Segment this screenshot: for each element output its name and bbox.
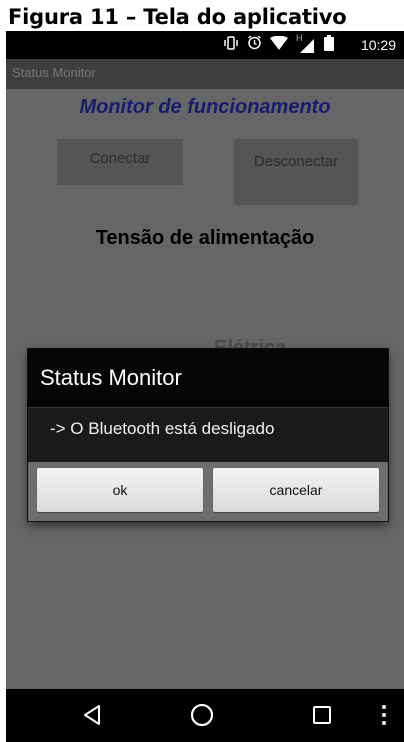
figure-caption: Figura 11 – Tela do aplicativo <box>8 5 347 29</box>
dialog-divider <box>28 407 388 408</box>
dialog-message: -> O Bluetooth está desligado <box>50 419 275 438</box>
wifi-icon <box>270 35 288 55</box>
ok-button[interactable]: ok <box>37 468 203 512</box>
app-bar: Status Monitor <box>6 59 404 89</box>
page-title: Monitor de funcionamento <box>79 96 331 118</box>
app-title: Status Monitor <box>12 65 96 80</box>
status-icons: H <box>223 33 334 56</box>
navigation-bar <box>6 689 404 742</box>
status-bar: H 10:29 <box>6 31 404 59</box>
battery-icon <box>324 34 334 56</box>
signal-icon: H <box>296 33 316 53</box>
alert-dialog: Status Monitor -> O Bluetooth está desli… <box>28 349 388 521</box>
dialog-button-bar: ok cancelar <box>28 462 388 521</box>
status-time: 10:29 <box>360 37 396 53</box>
alarm-icon <box>247 35 262 55</box>
back-icon[interactable] <box>76 699 108 731</box>
phone-screen: H 10:29 Status Monitor Monitor de funcio… <box>6 31 404 742</box>
home-icon[interactable] <box>186 699 218 731</box>
dialog-title: Status Monitor <box>40 365 182 390</box>
vibrate-icon <box>223 35 239 55</box>
connect-button[interactable]: Conectar <box>57 139 183 185</box>
dialog-header: Status Monitor <box>28 349 388 407</box>
disconnect-button[interactable]: Desconectar <box>234 139 358 205</box>
main-content: Monitor de funcionamento Conectar Descon… <box>6 89 404 689</box>
recents-icon[interactable] <box>306 699 338 731</box>
cancel-button[interactable]: cancelar <box>213 468 379 512</box>
menu-icon[interactable] <box>376 699 392 731</box>
voltage-section-title: Tensão de alimentação <box>95 227 315 249</box>
